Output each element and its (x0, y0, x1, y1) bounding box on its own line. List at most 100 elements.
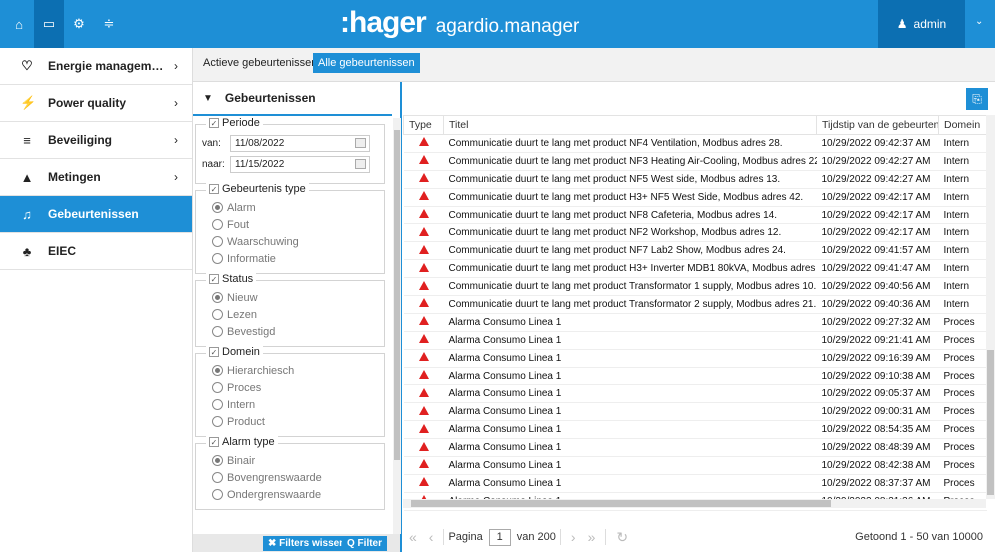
scrollbar-thumb[interactable] (394, 130, 400, 460)
first-page-icon[interactable]: « (409, 529, 417, 545)
scrollbar-thumb[interactable] (411, 500, 831, 507)
col-domain[interactable]: Domein (938, 115, 987, 135)
radio-bovengrenswaarde[interactable]: Bovengrenswaarde (212, 469, 378, 486)
radio-intern[interactable]: Intern (212, 396, 378, 413)
sidebar-item-beveiliging[interactable]: ≡ Beveiliging › (0, 122, 192, 159)
filter-scrollbar[interactable] (393, 118, 401, 534)
refresh-icon[interactable]: ↻ (616, 529, 628, 546)
radio-lezen[interactable]: Lezen (212, 306, 378, 323)
table-row[interactable]: Alarma Consumo Linea 1 10/29/2022 09:05:3… (403, 384, 987, 404)
clear-filters-button[interactable]: ✖ Filters wissen (263, 536, 351, 551)
table-row[interactable]: Communicatie duurt te lang met product T… (403, 277, 987, 297)
monitor-icon[interactable]: ▭ (34, 0, 64, 48)
radio-binair[interactable]: Binair (212, 452, 378, 469)
table-vscrollbar[interactable] (986, 115, 995, 499)
radio-button[interactable] (212, 489, 223, 500)
settings-icon[interactable]: ⚙ (64, 0, 94, 48)
radio-nieuw[interactable]: Nieuw (212, 289, 378, 306)
radio-button[interactable] (212, 455, 223, 466)
table-row[interactable]: Communicatie duurt te lang met product N… (403, 223, 987, 243)
filter-button[interactable]: Q Filter (342, 536, 388, 551)
home-icon[interactable]: ⌂ (4, 0, 34, 48)
scrollbar-thumb[interactable] (987, 350, 994, 495)
sidebar-item-power-quality[interactable]: ⚡ Power quality › (0, 85, 192, 122)
filter-panel-header[interactable]: ▼ Gebeurtenissen (193, 82, 392, 116)
tab-active-events[interactable]: Actieve gebeurtenissen (198, 53, 322, 73)
tab-all-events[interactable]: Alle gebeurtenissen (313, 53, 420, 73)
radio-button[interactable] (212, 326, 223, 337)
table-row[interactable]: Communicatie duurt te lang met product N… (403, 134, 987, 153)
radio-button[interactable] (212, 219, 223, 230)
chevron-down-icon[interactable]: ⌄ (975, 16, 983, 27)
time-cell: 10/29/2022 09:21:41 AM (816, 331, 939, 350)
radio-alarm[interactable]: Alarm (212, 199, 378, 216)
table-row[interactable]: Communicatie duurt te lang met product H… (403, 188, 987, 207)
table-row[interactable]: Alarma Consumo Linea 1 10/29/2022 09:16:3… (403, 349, 987, 368)
table-row[interactable]: Communicatie duurt te lang met product N… (403, 241, 987, 261)
radio-product[interactable]: Product (212, 413, 378, 430)
radio-button[interactable] (212, 382, 223, 393)
radio-button[interactable] (212, 202, 223, 213)
sidebar-item-gebeurtenissen[interactable]: ♫ Gebeurtenissen (0, 196, 192, 233)
sidebar-item-metingen[interactable]: ▲ Metingen › (0, 159, 192, 196)
table-row[interactable]: Communicatie duurt te lang met product N… (403, 206, 987, 225)
radio-ondergrenswaarde[interactable]: Ondergrenswaarde (212, 486, 378, 503)
table-row[interactable]: Alarma Consumo Linea 1 10/29/2022 08:42:3… (403, 456, 987, 475)
table-row[interactable]: Communicatie duurt te lang met product N… (403, 170, 987, 189)
event-type-legend[interactable]: ✓ Gebeurtenis type (206, 183, 309, 195)
table-row[interactable]: Communicatie duurt te lang met product T… (403, 295, 987, 314)
table-row[interactable]: Alarma Consumo Linea 1 10/29/2022 08:48:3… (403, 438, 987, 458)
sidebar-item-eiec[interactable]: ♣ EIEC (0, 233, 192, 270)
radio-button[interactable] (212, 253, 223, 264)
col-title[interactable]: Titel (443, 115, 817, 135)
period-checkbox[interactable]: ✓ (209, 118, 219, 128)
radio-proces[interactable]: Proces (212, 379, 378, 396)
page-input[interactable]: 1 (488, 528, 511, 546)
radio-button[interactable] (212, 472, 223, 483)
radio-button[interactable] (212, 399, 223, 410)
radio-button[interactable] (212, 236, 223, 247)
period-legend[interactable]: ✓ Periode (206, 118, 263, 129)
sidebar-item-energie[interactable]: ♡ Energie managem… › (0, 48, 192, 85)
table-row[interactable]: Alarma Consumo Linea 1 10/29/2022 09:00:3… (403, 402, 987, 422)
from-date-input[interactable]: 11/08/2022 (230, 135, 370, 152)
radio-button[interactable] (212, 365, 223, 376)
calendar-icon[interactable] (355, 138, 366, 148)
calendar-icon[interactable] (355, 159, 366, 169)
radio-button[interactable] (212, 416, 223, 427)
radio-informatie[interactable]: Informatie (212, 250, 378, 267)
radio-bevestigd[interactable]: Bevestigd (212, 323, 378, 340)
table-row[interactable]: Communicatie duurt te lang met product H… (403, 259, 987, 279)
radio-fout[interactable]: Fout (212, 216, 378, 233)
domain-checkbox[interactable]: ✓ (209, 347, 219, 357)
event-type-checkbox[interactable]: ✓ (209, 184, 219, 194)
last-page-icon[interactable]: » (588, 529, 596, 545)
filter-panel: ▼ Gebeurtenissen ✓ Periode van: 11/08/2022 … (193, 82, 402, 552)
user-menu[interactable]: ♟ admin (878, 0, 965, 48)
sliders-icon[interactable]: ≑ (94, 0, 124, 48)
alarm-type-legend[interactable]: ✓ Alarm type (206, 436, 278, 448)
table-hscrollbar[interactable] (403, 499, 986, 508)
table-row[interactable]: Alarma Consumo Linea 1 10/29/2022 09:27:3… (403, 313, 987, 332)
radio-button[interactable] (212, 292, 223, 303)
domain-legend[interactable]: ✓ Domein (206, 346, 263, 358)
prev-page-icon[interactable]: ‹ (429, 529, 434, 545)
radio-button[interactable] (212, 309, 223, 320)
status-legend[interactable]: ✓ Status (206, 273, 257, 285)
status-checkbox[interactable]: ✓ (209, 274, 219, 284)
export-icon[interactable]: ⎘ (966, 88, 988, 110)
to-date-input[interactable]: 11/15/2022 (230, 156, 370, 173)
next-page-icon[interactable]: › (571, 529, 576, 545)
table-row[interactable]: Alarma Consumo Linea 1 10/29/2022 09:10:3… (403, 367, 987, 386)
table-row[interactable]: Alarma Consumo Linea 1 10/29/2022 08:54:3… (403, 420, 987, 440)
domain-fieldset: ✓ Domein Hierarchiesch Proces Intern Prod… (195, 346, 385, 437)
filter-panel-title: Gebeurtenissen (224, 91, 316, 105)
alarm-type-checkbox[interactable]: ✓ (209, 437, 219, 447)
radio-hierarchiesch[interactable]: Hierarchiesch (212, 362, 378, 379)
radio-waarschuwing[interactable]: Waarschuwing (212, 233, 378, 250)
table-row[interactable]: Alarma Consumo Linea 1 10/29/2022 08:37:3… (403, 474, 987, 493)
col-type[interactable]: Type (403, 115, 444, 135)
table-row[interactable]: Alarma Consumo Linea 1 10/29/2022 09:21:4… (403, 331, 987, 350)
table-row[interactable]: Communicatie duurt te lang met product N… (403, 152, 987, 171)
col-time[interactable]: Tijdstip van de gebeurtenis (816, 115, 939, 135)
